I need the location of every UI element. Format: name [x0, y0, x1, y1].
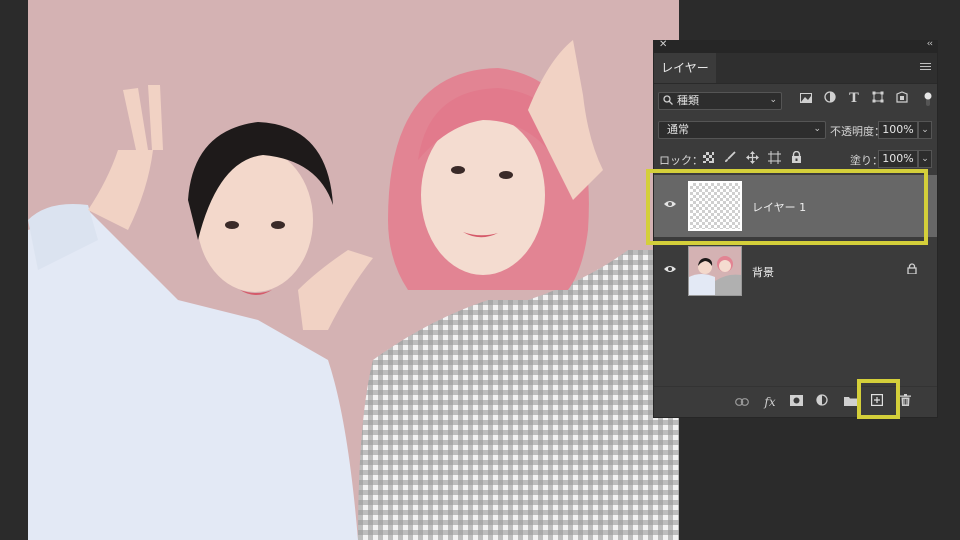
link-layers-icon[interactable]: [734, 394, 750, 410]
tab-layers[interactable]: レイヤー: [654, 53, 716, 83]
layer-thumbnail-photo: [688, 246, 742, 296]
opacity-dropdown-icon[interactable]: ⌄: [918, 121, 932, 139]
panel-title-bar: ✕ ‹‹: [654, 39, 937, 53]
layer-name[interactable]: 背景: [752, 264, 774, 280]
close-panel-icon[interactable]: ✕: [659, 39, 667, 50]
filter-shape-icon[interactable]: [870, 91, 886, 107]
filter-smart-object-icon[interactable]: [894, 91, 910, 107]
chevron-down-icon: ⌄: [769, 95, 777, 105]
panel-menu-icon[interactable]: [920, 63, 931, 72]
photo-canvas[interactable]: [28, 0, 679, 540]
filter-pixel-icon[interactable]: [798, 91, 814, 107]
lock-all-icon[interactable]: [788, 150, 804, 167]
fill-dropdown-icon[interactable]: ⌄: [918, 150, 932, 168]
lock-image-pixels-icon[interactable]: [722, 151, 738, 167]
highlight-selected-layer: [646, 169, 928, 245]
panel-tab-row: レイヤー: [654, 53, 937, 84]
collapse-panel-icon[interactable]: ‹‹: [927, 39, 933, 49]
search-icon: [663, 94, 673, 110]
layer-row-background[interactable]: 背景: [654, 240, 937, 302]
photo-illustration: [28, 0, 679, 540]
blend-mode-select[interactable]: 通常 ⌄: [658, 121, 826, 139]
lock-transparent-pixels-icon[interactable]: [700, 151, 716, 167]
fill-input[interactable]: 100%: [878, 150, 918, 168]
highlight-new-layer-button: [857, 379, 900, 419]
filter-type-icon[interactable]: T: [846, 91, 862, 107]
new-group-folder-icon[interactable]: [842, 394, 858, 410]
lock-position-icon[interactable]: [744, 151, 760, 167]
lock-label: ロック：: [659, 154, 703, 167]
filter-toggle-icon[interactable]: [920, 91, 936, 107]
adjustment-layer-icon[interactable]: [814, 394, 830, 410]
filter-kind-value: 種類: [677, 94, 699, 107]
opacity-label: 不透明度：: [830, 125, 885, 138]
opacity-input[interactable]: 100%: [878, 121, 918, 139]
layer-lock-icon[interactable]: [907, 263, 917, 277]
fx-layer-style-icon[interactable]: fx: [762, 394, 778, 410]
chevron-down-icon: ⌄: [813, 124, 821, 134]
blend-row: 通常 ⌄ 不透明度： 100% ⌄: [654, 120, 937, 140]
canvas-pasteboard-left: [0, 0, 28, 540]
add-mask-icon[interactable]: [788, 394, 804, 410]
lock-artboard-icon[interactable]: [766, 151, 782, 167]
filter-kind-select[interactable]: 種類 ⌄: [658, 92, 782, 110]
blend-mode-value: 通常: [667, 123, 689, 136]
visibility-eye-icon[interactable]: [664, 264, 676, 276]
filter-row: 種類 ⌄ T: [654, 91, 937, 111]
filter-adjustment-icon[interactable]: [822, 91, 838, 107]
lock-row: ロック： 塗り： 100% ⌄: [654, 149, 937, 169]
